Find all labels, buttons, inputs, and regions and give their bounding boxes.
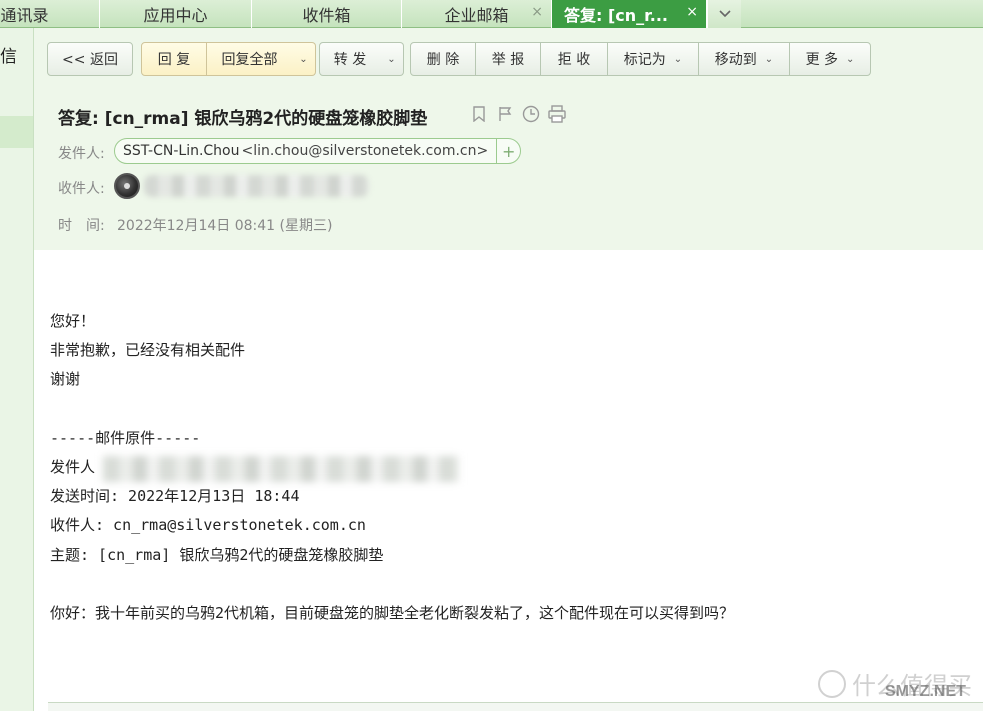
to-label: 收件人: <box>58 181 105 197</box>
original-content: 你好：我十年前买的乌鸦2代机箱，目前硬盘笼的脚垫全老化断裂发粘了，这个配件现在可… <box>50 604 735 622</box>
original-to: 收件人: cn_rma@silverstonetek.com.cn <box>50 516 366 534</box>
report-button[interactable]: 举 报 <box>475 42 541 76</box>
avatar <box>114 173 140 199</box>
delete-button[interactable]: 删 除 <box>410 42 476 76</box>
mark-as-button-label: 标记为 <box>623 52 666 68</box>
print-icon[interactable] <box>548 104 566 124</box>
more-button-label: 更 多 <box>805 52 839 68</box>
tab-label: 收件箱 <box>302 6 351 25</box>
reply-button-label: 回 复 <box>157 52 191 68</box>
chevron-down-icon: ⌄ <box>299 53 308 65</box>
message-time: 2022年12月14日 08:41 (星期三) <box>117 218 333 234</box>
move-to-button[interactable]: 移动到 ⌄ <box>698 42 790 76</box>
chevron-down-icon: ⌄ <box>673 53 683 65</box>
reject-button[interactable]: 拒 收 <box>540 42 608 76</box>
back-button-label: << 返回 <box>62 52 118 68</box>
tab-label: 答复: [cn_r... <box>564 6 669 25</box>
chevron-down-icon: ⌄ <box>846 53 855 65</box>
original-divider: -----邮件原件----- <box>50 429 201 447</box>
more-button[interactable]: 更 多 ⌄ <box>789 42 871 76</box>
nav-label: 信 <box>0 47 17 67</box>
tab-label: 企业邮箱 <box>444 6 509 25</box>
tab-label: 应用中心 <box>143 6 208 25</box>
add-contact-icon[interactable]: + <box>496 139 520 163</box>
original-from: 发件人 <box>50 456 470 482</box>
body-line: 谢谢 <box>50 370 81 388</box>
redacted-sender <box>103 456 459 482</box>
chevron-down-icon: ⌄ <box>764 53 774 65</box>
watermark-logo-icon <box>818 670 846 698</box>
sender-chip[interactable]: SST-CN-Lin.Chou <lin.chou@silverstonetek… <box>114 138 522 164</box>
tab-inbox[interactable]: 收件箱 <box>252 0 402 28</box>
reply-button[interactable]: 回 复 <box>141 42 207 76</box>
clock-icon[interactable] <box>522 104 540 124</box>
original-from-label: 发件人 <box>50 458 96 476</box>
tab-enterprise-mail[interactable]: 企业邮箱 × <box>402 0 552 28</box>
close-icon[interactable]: × <box>686 4 698 20</box>
tab-bar: 通讯录 应用中心 收件箱 企业邮箱 × 答复: [cn_r... × <box>0 0 983 28</box>
chevron-down-icon: ⌄ <box>387 53 396 65</box>
forward-button-label: 转 发 <box>333 52 367 68</box>
left-nav: 信 <box>0 28 34 711</box>
tab-current-message[interactable]: 答复: [cn_r... × <box>552 0 707 28</box>
body-line: 非常抱歉，已经没有相关配件 <box>50 341 246 359</box>
back-button[interactable]: << 返回 <box>47 42 133 76</box>
redacted-recipient <box>144 175 369 197</box>
reply-dropdown-button[interactable]: ⌄ <box>292 42 316 76</box>
tab-label: 通讯录 <box>0 6 49 25</box>
chevron-down-icon[interactable] <box>707 0 741 28</box>
from-label: 发件人: <box>58 146 105 162</box>
flag-icon[interactable] <box>496 104 514 124</box>
original-sent: 发送时间: 2022年12月13日 18:44 <box>50 487 300 505</box>
delete-button-label: 删 除 <box>426 52 460 68</box>
close-icon[interactable]: × <box>531 4 543 20</box>
watermark-site: SMYZ.NET <box>885 683 966 700</box>
sender-address: <lin.chou@silverstonetek.com.cn> <box>241 143 489 159</box>
subject-actions <box>470 104 566 124</box>
reply-all-button[interactable]: 回复全部 <box>206 42 293 76</box>
report-button-label: 举 报 <box>491 52 525 68</box>
original-subject: 主题: [cn_rma] 银欣乌鸦2代的硬盘笼橡胶脚垫 <box>50 546 384 564</box>
tab-contacts[interactable]: 通讯录 <box>0 0 100 28</box>
recipient[interactable] <box>114 172 369 200</box>
tab-app-center[interactable]: 应用中心 <box>100 0 252 28</box>
forward-dropdown-button[interactable]: ⌄ <box>380 42 404 76</box>
message-subject: 答复: [cn_rma] 银欣乌鸦2代的硬盘笼橡胶脚垫 <box>58 109 428 129</box>
sender-name: SST-CN-Lin.Chou <box>123 143 240 159</box>
reply-all-button-label: 回复全部 <box>221 52 278 68</box>
mark-as-button[interactable]: 标记为 ⌄ <box>607 42 699 76</box>
reply-area-edge <box>48 702 983 711</box>
nav-selected-item[interactable] <box>0 116 33 148</box>
time-label: 时 间: <box>58 218 105 234</box>
body-greeting: 您好！ <box>50 312 96 330</box>
bookmark-icon[interactable] <box>470 104 488 124</box>
forward-button[interactable]: 转 发 <box>319 42 381 76</box>
reject-button-label: 拒 收 <box>557 52 591 68</box>
move-to-button-label: 移动到 <box>714 52 757 68</box>
